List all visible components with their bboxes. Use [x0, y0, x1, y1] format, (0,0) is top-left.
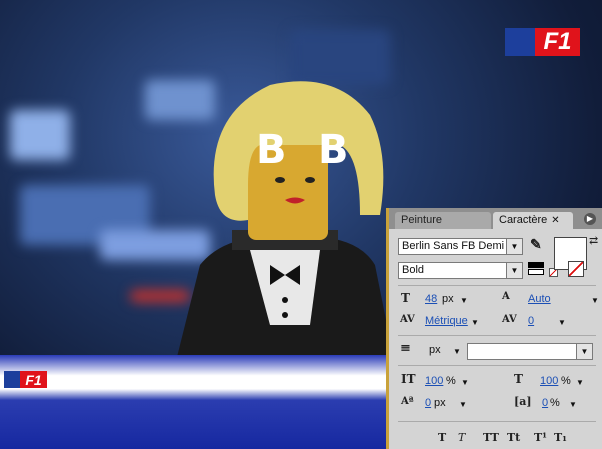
stroke-color-swatch[interactable] — [568, 261, 584, 277]
font-style-select[interactable]: Bold ▼ — [398, 262, 523, 279]
horizontal-scale-unit: % — [561, 375, 571, 387]
font-family-select[interactable]: Berlin Sans FB Demi ▼ — [398, 238, 523, 255]
baseline-shift-value[interactable]: 0 — [425, 397, 431, 409]
tracking-icon: AV — [502, 314, 517, 325]
divider — [398, 421, 596, 422]
tsume-unit: % — [550, 397, 560, 409]
chevron-down-icon[interactable]: ▼ — [471, 318, 479, 327]
character-panel: Peinture Caractère ✕ ▶ Berlin Sans FB Dem… — [386, 208, 602, 449]
superscript-button[interactable]: T¹ — [534, 431, 547, 444]
line-unit-label[interactable]: px — [429, 344, 441, 356]
f1-logo-top: F1 — [505, 28, 580, 56]
line-style-select[interactable]: ▼ — [467, 343, 593, 360]
horizontal-scale-icon: T — [514, 372, 523, 386]
background-screen — [10, 110, 70, 160]
baseline-shift-icon: Aª — [401, 396, 414, 407]
f1-logo-ticker: F1 — [4, 371, 47, 388]
vertical-scale-unit: % — [446, 375, 456, 387]
tracking-value[interactable]: 0 — [528, 315, 534, 327]
panel-menu-icon[interactable]: ▶ — [584, 213, 596, 225]
chevron-down-icon[interactable]: ▼ — [461, 378, 469, 387]
chevron-down-icon[interactable]: ▼ — [453, 347, 461, 356]
divider — [398, 335, 596, 336]
overlay-letter-1: B — [256, 127, 287, 173]
vertical-scale-icon: IT — [401, 372, 416, 386]
baseline-shift-unit: px — [434, 397, 446, 409]
chevron-down-icon: ▼ — [506, 263, 522, 278]
panel-tab-bar: Peinture Caractère ✕ ▶ — [389, 208, 602, 229]
default-colors-icon[interactable] — [528, 262, 544, 276]
kerning-icon: AV — [400, 314, 415, 325]
font-size-value[interactable]: 48 — [425, 293, 437, 305]
leading-value[interactable]: Auto — [528, 293, 551, 305]
font-size-icon: T — [401, 291, 410, 305]
faux-bold-button[interactable]: T — [438, 431, 446, 444]
horizontal-scale-value[interactable]: 100 — [540, 375, 558, 387]
font-size-unit: px — [442, 293, 454, 305]
close-icon[interactable]: ✕ — [551, 215, 559, 226]
divider — [398, 365, 596, 366]
overlay-letter-2: B — [318, 127, 349, 173]
chevron-down-icon[interactable]: ▼ — [459, 400, 467, 409]
lego-figure — [175, 81, 395, 365]
eyedropper-icon[interactable]: ✎ — [530, 237, 542, 253]
chevron-down-icon: ▼ — [576, 344, 592, 359]
tsume-value[interactable]: 0 — [542, 397, 548, 409]
faux-italic-button[interactable]: T — [458, 431, 465, 444]
tsume-icon: [a] — [514, 395, 532, 408]
swap-colors-icon[interactable]: ⇄ — [589, 234, 598, 247]
small-caps-button[interactable]: Tt — [507, 431, 520, 444]
vertical-scale-value[interactable]: 100 — [425, 375, 443, 387]
leading-icon: A — [502, 291, 510, 302]
chevron-down-icon[interactable]: ▼ — [591, 296, 599, 305]
chevron-down-icon: ▼ — [506, 239, 522, 254]
line-weight-icon: ≡ — [400, 341, 411, 356]
kerning-value[interactable]: Métrique — [425, 315, 468, 327]
chevron-down-icon[interactable]: ▼ — [460, 296, 468, 305]
subscript-button[interactable]: T₁ — [554, 431, 567, 444]
chevron-down-icon[interactable]: ▼ — [569, 400, 577, 409]
chevron-down-icon[interactable]: ▼ — [558, 318, 566, 327]
chevron-down-icon[interactable]: ▼ — [576, 378, 584, 387]
divider — [398, 285, 596, 286]
all-caps-button[interactable]: TT — [483, 431, 499, 444]
tab-peinture[interactable]: Peinture — [395, 212, 491, 229]
tab-caractere[interactable]: Caractère ✕ — [493, 212, 573, 229]
